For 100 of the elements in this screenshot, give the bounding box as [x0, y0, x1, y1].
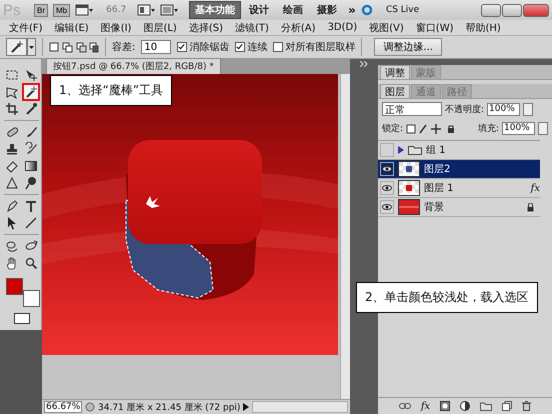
foreground-color-swatch[interactable] [6, 278, 23, 295]
more-workspaces-button[interactable]: » [348, 3, 356, 17]
eye-icon [382, 185, 392, 191]
tolerance-label: 容差: [112, 40, 136, 54]
workspace-button[interactable]: 设计 [243, 1, 276, 19]
dodge-icon[interactable] [23, 175, 39, 191]
blend-mode-dropdown[interactable]: 正常 [382, 102, 442, 116]
menu-item[interactable]: 文件(F) [6, 20, 46, 34]
zoom-field[interactable]: 66.67% [44, 401, 82, 414]
app-launch-button[interactable]: Br [34, 4, 48, 16]
eye-icon [382, 166, 392, 172]
half-circle-icon[interactable] [460, 401, 470, 411]
visibility-toggle[interactable] [380, 162, 394, 176]
checkbox[interactable] [177, 42, 188, 52]
eye-icon [382, 204, 392, 210]
menu-item[interactable]: 选择(S) [186, 20, 226, 34]
stamp-icon[interactable] [4, 141, 20, 157]
layer-row[interactable]: 图层2 [378, 160, 540, 179]
menu-item[interactable]: 窗口(W) [412, 20, 456, 34]
visibility-toggle[interactable] [380, 143, 394, 157]
menu-item[interactable]: 滤镜(T) [232, 20, 272, 34]
tolerance-field[interactable]: 10 [141, 40, 172, 54]
checkbox-label: 连续 [247, 40, 268, 54]
selection-mode-icon[interactable] [49, 41, 99, 53]
instruction-callout: 2、单击颜色较浅处，载入选区 [356, 282, 538, 313]
effects-badge[interactable]: fx [530, 182, 540, 194]
document-tab[interactable]: 按钮7.psd @ 66.7% (图层2, RGB/8) * [46, 58, 221, 74]
cs-live-icon[interactable] [360, 4, 373, 16]
panel-tab[interactable]: 调整 [380, 65, 410, 79]
panel-tab[interactable]: 图层 [380, 84, 410, 98]
collapse-arrows-icon[interactable] [359, 61, 369, 67]
menu-item[interactable]: 分析(A) [278, 20, 319, 34]
triangle-icon[interactable] [4, 175, 20, 191]
layer-name: 图层2 [424, 163, 450, 176]
background-color-swatch[interactable] [23, 290, 40, 307]
lock-options-icon[interactable] [406, 124, 456, 134]
visibility-toggle[interactable] [380, 181, 394, 195]
menu-item[interactable]: 帮助(H) [462, 20, 504, 34]
zoom-icon[interactable] [23, 255, 39, 271]
folder-icon[interactable] [480, 402, 492, 410]
checkbox[interactable] [235, 42, 246, 52]
menu-item[interactable]: 编辑(E) [52, 20, 92, 34]
menu-item[interactable]: 图像(I) [98, 20, 134, 34]
workspace-button[interactable]: 绘画 [277, 1, 310, 19]
restore-button[interactable] [502, 4, 522, 16]
fill-label: 填充: [478, 122, 499, 135]
refine-edge-button[interactable]: 调整边缘... [374, 38, 442, 56]
checkbox-label: 消除锯齿 [189, 40, 230, 54]
instruction-callout: 1、选择“魔棒”工具 [50, 75, 172, 106]
menu-item[interactable]: 视图(V) [366, 20, 407, 34]
view-extras-icon[interactable] [75, 4, 94, 16]
opacity-label: 不透明度: [445, 104, 484, 116]
pen-icon[interactable] [4, 198, 20, 214]
minimize-button[interactable] [481, 4, 501, 16]
trash-icon[interactable] [522, 401, 532, 411]
layer-thumbnail [398, 161, 420, 177]
history-brush-icon[interactable] [23, 141, 39, 157]
menu-item[interactable]: 3D(D) [324, 22, 360, 33]
type-icon[interactable] [23, 198, 39, 214]
workspace-button[interactable]: 基本功能 [189, 1, 242, 19]
magic-wand-preset-icon[interactable] [6, 38, 36, 56]
fill-slider-button[interactable] [538, 122, 548, 135]
layer-thumbnail [398, 199, 420, 215]
new-layer-icon[interactable] [502, 401, 512, 411]
screen-mode-icon[interactable] [160, 4, 178, 16]
checkbox-label: 对所有图层取样 [285, 40, 356, 54]
move-arrow-icon[interactable] [23, 67, 39, 83]
document-size-info: 34.71 厘米 x 21.45 厘米 (72 ppi) [98, 402, 240, 414]
gradient-icon[interactable] [23, 158, 39, 174]
layer-style-button[interactable]: fx [420, 400, 430, 412]
line-icon[interactable] [23, 215, 39, 231]
crop-icon[interactable] [4, 101, 20, 117]
fill-field[interactable]: 100% [502, 122, 535, 135]
cs-live-menu[interactable]: CS Live [386, 5, 420, 15]
horizontal-scrollbar[interactable] [252, 401, 348, 414]
app-launch-button[interactable]: Mb [53, 4, 70, 16]
opacity-field[interactable]: 100% [487, 102, 520, 116]
workspace-button[interactable]: 摄影 [311, 1, 344, 19]
layer-row[interactable]: 背景 [378, 198, 540, 217]
lock-label: 锁定: [382, 122, 404, 135]
layer-name: 组 1 [426, 144, 446, 157]
mask-icon[interactable] [440, 401, 450, 411]
layer-row[interactable]: 图层 1 fx [378, 179, 540, 198]
layer-thumbnail [398, 180, 420, 196]
layer-name: 图层 1 [424, 182, 454, 195]
close-button[interactable] [523, 4, 549, 16]
vertical-scrollbar[interactable] [340, 74, 350, 400]
clock-icon[interactable] [85, 402, 95, 412]
layer-name: 背景 [424, 200, 444, 214]
collapsed-triangle-icon[interactable] [398, 146, 404, 154]
magic-wand-icon[interactable] [23, 84, 39, 100]
play-arrow-icon[interactable] [243, 403, 250, 412]
menu-item[interactable]: 图层(L) [140, 20, 180, 34]
link-icon[interactable] [398, 403, 411, 409]
opacity-slider-button[interactable] [523, 102, 534, 116]
checkbox[interactable] [273, 42, 284, 52]
visibility-toggle[interactable] [380, 200, 394, 214]
folder-icon [408, 145, 422, 155]
arrange-documents-icon[interactable] [137, 4, 156, 16]
quick-mask-button[interactable] [14, 313, 30, 324]
